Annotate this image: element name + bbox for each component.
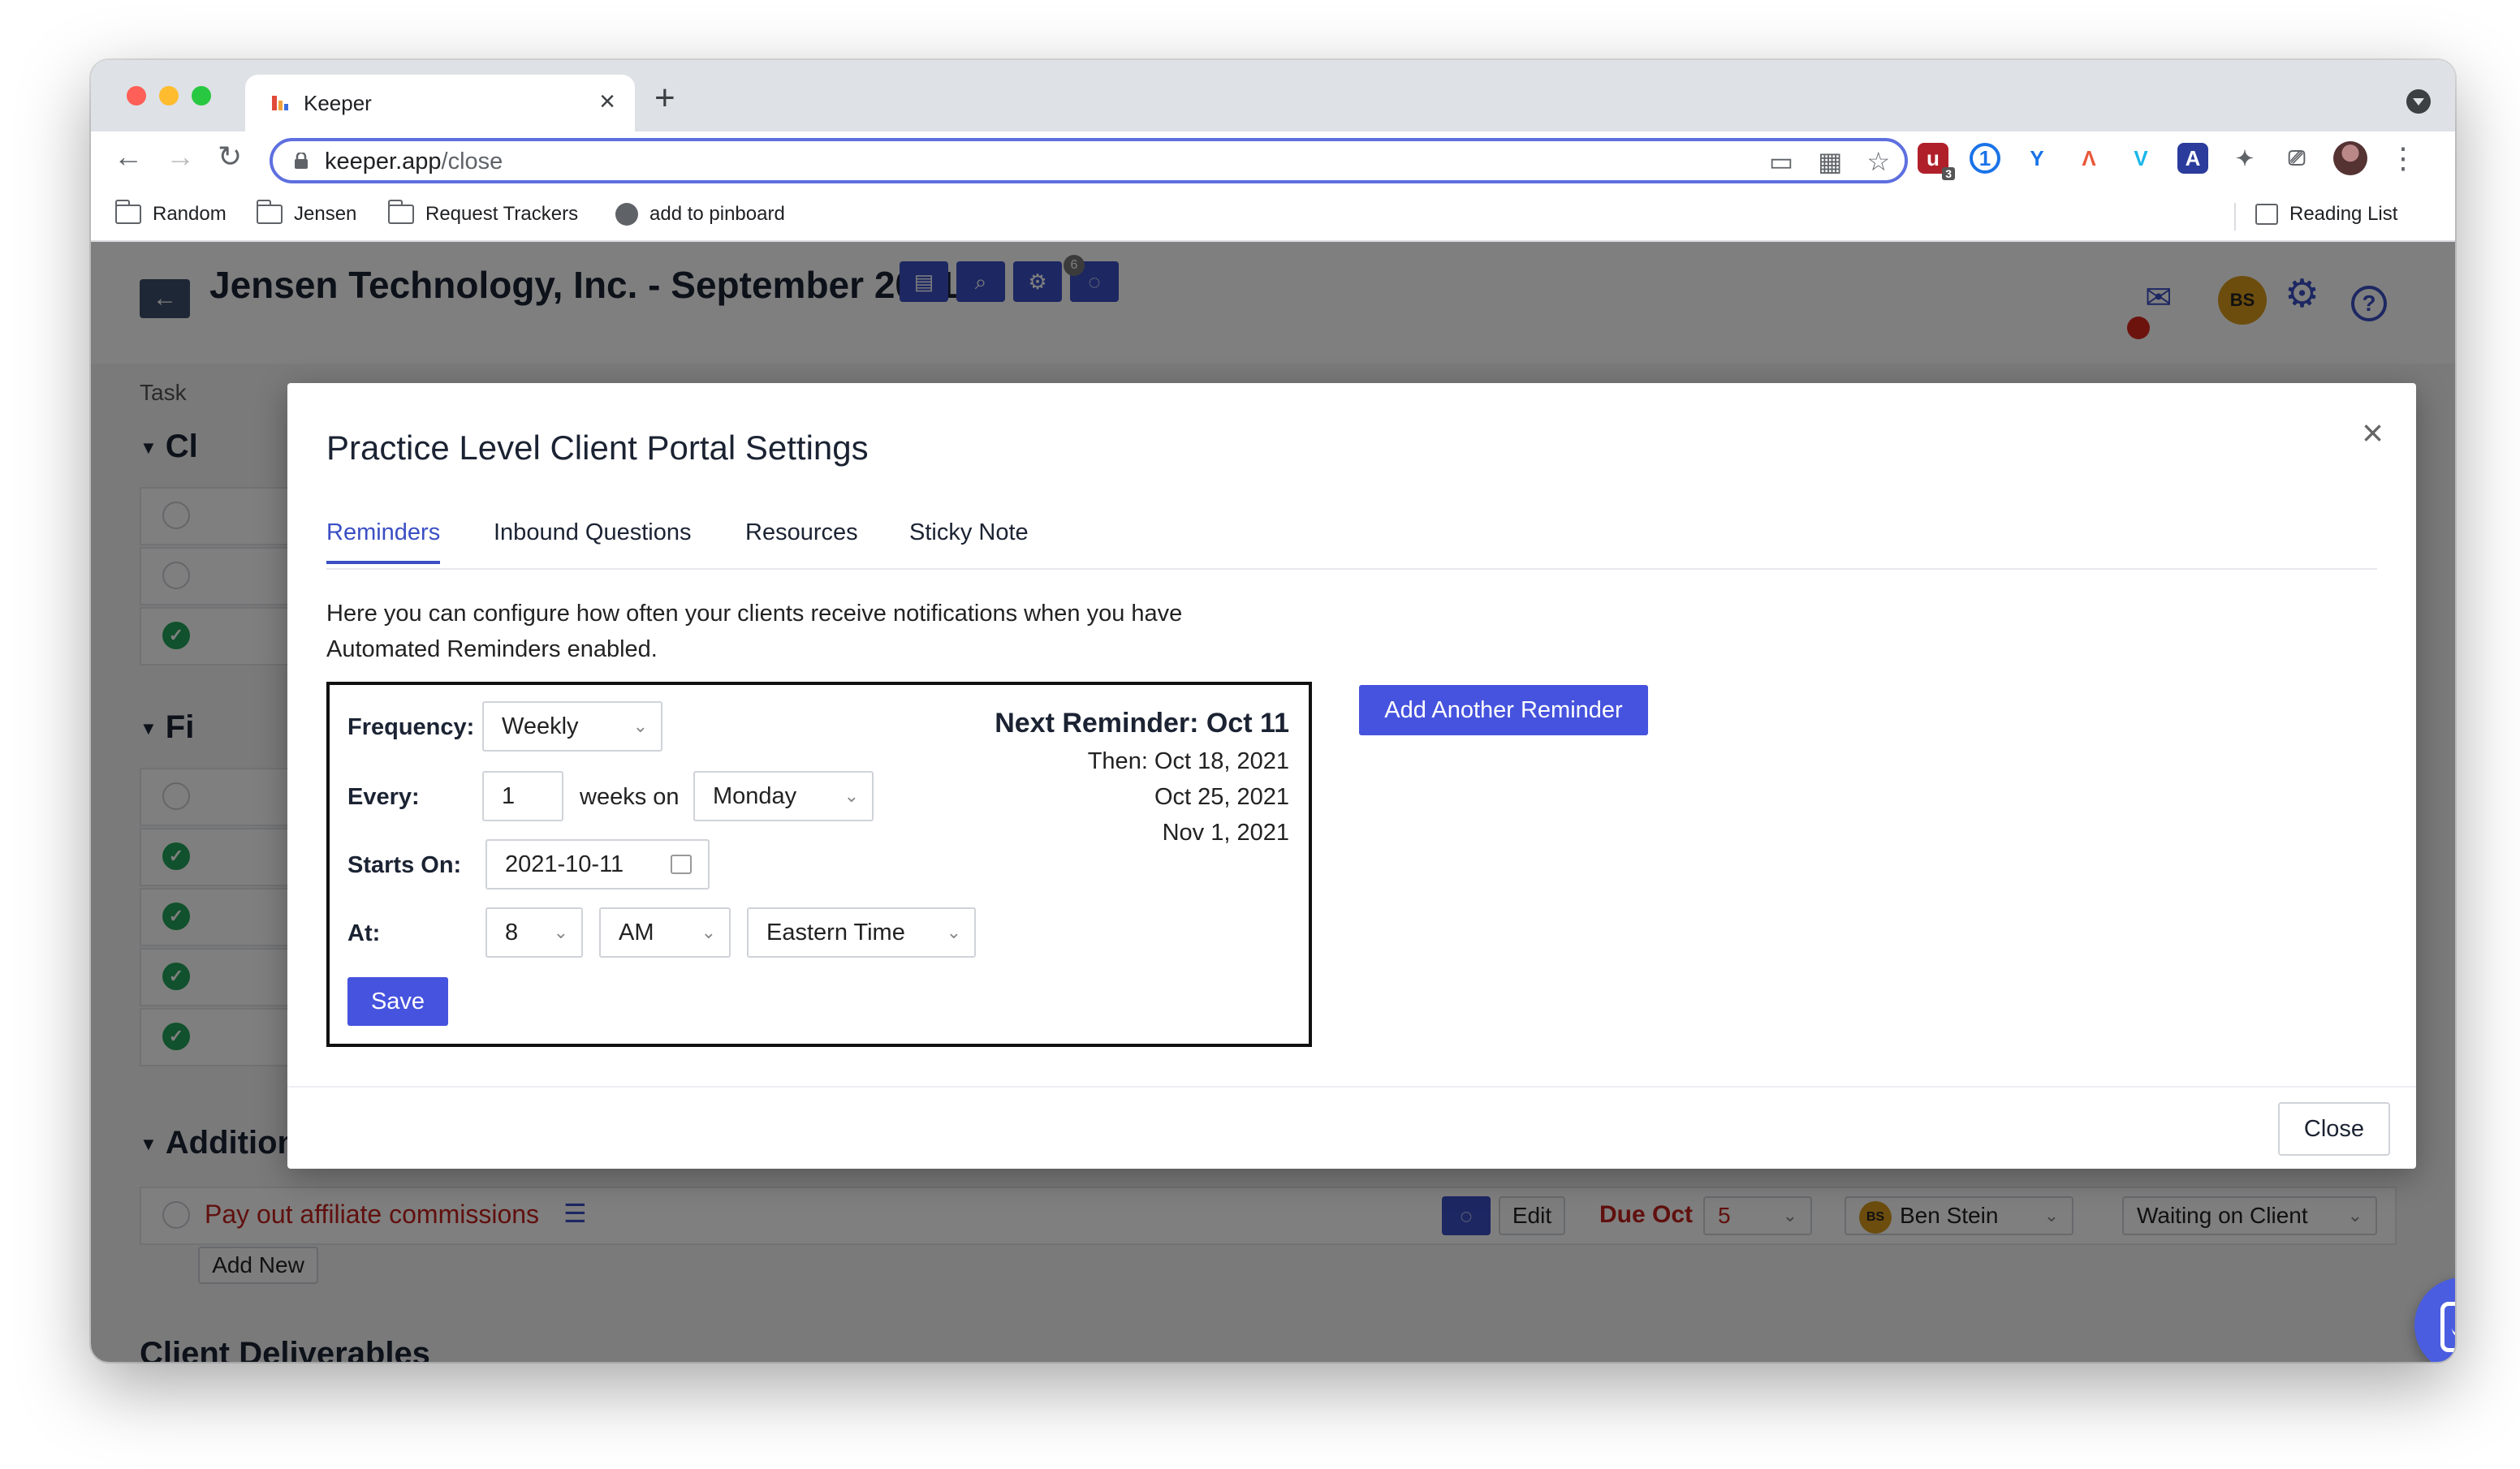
chevron-down-icon: ⌄ — [632, 716, 648, 736]
day-select[interactable]: Monday ⌄ — [693, 771, 874, 821]
folder-icon — [257, 200, 283, 224]
bookmark-star-icon[interactable]: ☆ — [1866, 146, 1890, 177]
reload-icon[interactable]: ↻ — [218, 140, 242, 174]
reminders-description: Here you can configure how often your cl… — [326, 596, 1268, 667]
portal-settings-modal: Practice Level Client Portal Settings × … — [287, 383, 2416, 1169]
chevron-down-icon: ⌄ — [844, 786, 859, 806]
every-label: Every: — [347, 784, 420, 810]
tab-reminders[interactable]: Reminders — [326, 519, 441, 564]
lock-icon — [295, 153, 308, 169]
minimize-window-button[interactable] — [159, 86, 179, 106]
then-date: Nov 1, 2021 — [1162, 820, 1289, 846]
reading-list-icon — [2255, 204, 2278, 225]
chevron-down-icon: ⌄ — [553, 922, 568, 942]
keeper-favicon-icon — [272, 96, 288, 110]
bookmark-jensen[interactable]: Jensen — [257, 200, 357, 226]
at-label: At: — [347, 920, 381, 946]
v-extension-icon[interactable]: Y — [2022, 143, 2052, 174]
modal-tabs: Reminders Inbound Questions Resources St… — [326, 513, 2377, 570]
description-line: Automated Reminders enabled. — [326, 636, 658, 662]
bookmark-random[interactable]: Random — [115, 200, 227, 226]
puzzle-extensions-icon[interactable]: ✦ — [2229, 143, 2260, 174]
modal-title: Practice Level Client Portal Settings — [326, 429, 869, 467]
bookmark-add-to-pinboard[interactable]: add to pinboard — [615, 203, 785, 226]
ampm-select[interactable]: AM ⌄ — [599, 907, 731, 958]
zoom-window-button[interactable] — [192, 86, 211, 106]
then-date: Then: Oct 18, 2021 — [1087, 748, 1289, 774]
starts-on-label: Starts On: — [347, 852, 462, 878]
close-button[interactable]: Close — [2278, 1102, 2390, 1156]
reading-list-label: Reading List — [2289, 203, 2398, 225]
bookmarks-divider — [2234, 203, 2236, 230]
add-another-reminder-button[interactable]: Add Another Reminder — [1359, 685, 1648, 735]
bookmark-label: Jensen — [294, 203, 357, 225]
next-reminder-title: Next Reminder: Oct 11 — [995, 708, 1289, 739]
browser-toolbar: ← → ↻ keeper.app/close ▭ ▦ ☆ u3 1 Y Λ V … — [91, 131, 2455, 192]
day-value: Monday — [713, 783, 797, 809]
hour-select[interactable]: 8 ⌄ — [485, 907, 583, 958]
timezone-select[interactable]: Eastern Time ⌄ — [747, 907, 976, 958]
folder-icon — [388, 200, 414, 224]
bookmark-label: Random — [153, 203, 227, 225]
browser-window: Keeper × + ← → ↻ keeper.app/close ▭ ▦ ☆ … — [91, 60, 2455, 1362]
1password-extension-icon[interactable]: 1 — [1970, 143, 2000, 174]
tab-inbound-questions[interactable]: Inbound Questions — [494, 519, 691, 562]
tab-resources[interactable]: Resources — [745, 519, 858, 562]
modal-footer-divider — [287, 1086, 2416, 1088]
bookmark-request-trackers[interactable]: Request Trackers — [388, 200, 579, 226]
back-arrow-icon[interactable]: ← — [114, 140, 143, 174]
every-value: 1 — [502, 783, 516, 809]
a-box-extension-icon[interactable]: A — [2177, 143, 2208, 174]
tab-title: Keeper — [304, 91, 372, 115]
more-menu-icon[interactable]: ⋮ — [2388, 141, 2418, 175]
timezone-value: Eastern Time — [766, 920, 905, 946]
close-icon[interactable]: × — [2362, 411, 2384, 454]
address-bar[interactable]: keeper.app/close ▭ ▦ ☆ — [270, 138, 1908, 183]
new-tab-button[interactable]: + — [654, 78, 675, 118]
globe-icon — [615, 203, 638, 226]
close-window-button[interactable] — [127, 86, 146, 106]
bookmark-label: add to pinboard — [649, 203, 785, 225]
ublock-extension-icon[interactable]: u3 — [1918, 143, 1955, 180]
folder-icon — [115, 200, 141, 224]
tab-sticky-note[interactable]: Sticky Note — [909, 519, 1029, 562]
qr-code-icon[interactable]: ▦ — [1818, 146, 1842, 177]
save-button[interactable]: Save — [347, 977, 448, 1026]
calendar-icon — [671, 855, 692, 874]
url-text: keeper.app/close — [325, 149, 503, 175]
url-host: keeper.app — [325, 149, 442, 174]
hour-value: 8 — [505, 920, 519, 946]
install-app-icon[interactable]: ▭ — [1769, 146, 1793, 177]
then-date: Oct 25, 2021 — [1154, 784, 1289, 810]
frequency-select[interactable]: Weekly ⌄ — [482, 701, 662, 752]
browser-tab[interactable]: Keeper × — [245, 75, 635, 131]
weeks-on-text: weeks on — [580, 784, 680, 810]
profile-avatar[interactable] — [2333, 141, 2367, 175]
frequency-value: Weekly — [502, 713, 579, 739]
reminder-card: Frequency: Weekly ⌄ Every: 1 weeks on Mon… — [326, 682, 1312, 1047]
ampm-value: AM — [619, 920, 654, 946]
a-extension-icon[interactable]: Λ — [2073, 143, 2104, 174]
start-date-input[interactable]: 2021-10-11 — [485, 839, 710, 890]
tab-close-icon[interactable]: × — [599, 86, 615, 118]
tab-strip: Keeper × + — [91, 60, 2455, 131]
start-date-value: 2021-10-11 — [505, 851, 624, 877]
extension-badge: 3 — [1942, 167, 1955, 180]
chevron-down-icon: ⌄ — [701, 922, 716, 942]
forward-arrow-icon[interactable]: → — [166, 140, 195, 174]
url-path: /close — [441, 149, 503, 174]
tab-search-icon[interactable] — [2406, 89, 2431, 114]
bookmark-label: Request Trackers — [425, 203, 579, 225]
cast-icon[interactable]: ⎚ — [2281, 143, 2312, 174]
bookmarks-bar: Random Jensen Request Trackers add to pi… — [91, 192, 2455, 242]
frequency-label: Frequency: — [347, 714, 475, 740]
vimeo-extension-icon[interactable]: V — [2125, 143, 2156, 174]
description-line: Here you can configure how often your cl… — [326, 601, 1183, 627]
reading-list-button[interactable]: Reading List — [2255, 203, 2397, 226]
every-input[interactable]: 1 — [482, 771, 563, 821]
chevron-down-icon: ⌄ — [946, 922, 961, 942]
